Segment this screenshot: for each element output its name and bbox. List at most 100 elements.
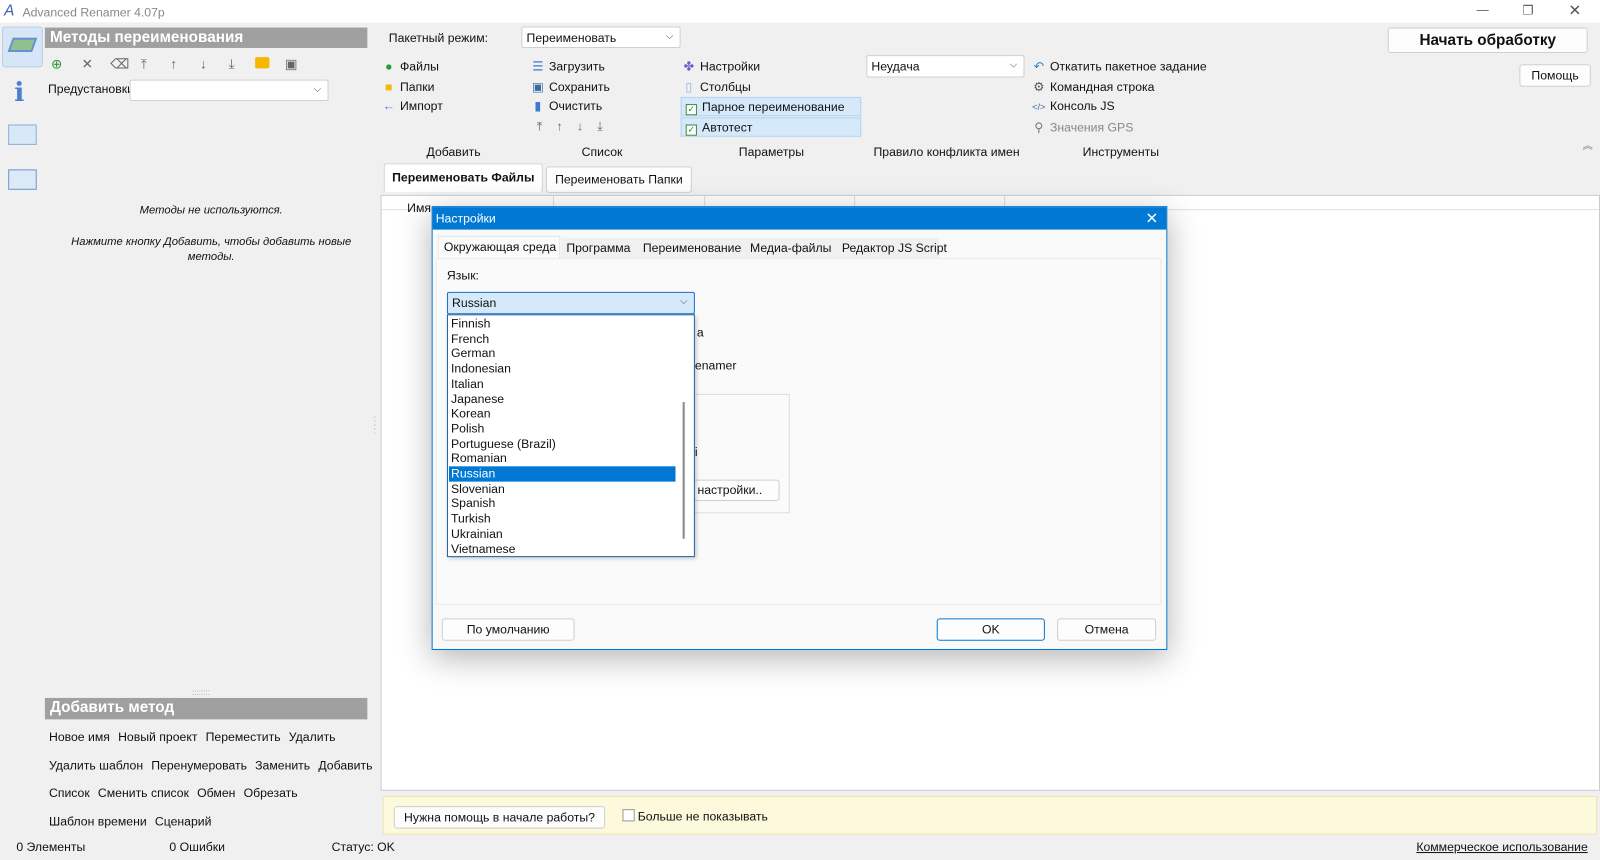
add-method-link[interactable]: Сменить список [98,786,189,800]
list-move-buttons[interactable]: ⤒↑↓⤓ [531,117,617,137]
add-method-link[interactable]: Обрезать [244,786,298,800]
settings-dialog: Настройки ✕ Окружающая среда Программа Пер… [431,206,1168,650]
collapse-ribbon-icon[interactable]: ︽ [1583,137,1593,152]
label: Импорт [399,99,443,114]
dialog-tab[interactable]: Переименование [637,237,745,259]
dialog-tab[interactable]: Редактор JS Script [836,237,947,259]
add-folders-button[interactable]: ■ Папки [382,77,443,97]
close-window-button[interactable]: ✕ [1568,1,1581,19]
splitter-handle-h[interactable]: :::::::: [192,688,210,697]
cancel-button[interactable]: Отмена [1057,618,1157,641]
js-console-button[interactable]: </> Консоль JS [1032,97,1207,118]
language-option[interactable]: Finnish [449,316,676,331]
add-method-link[interactable]: Шаблон времени [49,814,147,828]
add-method-link[interactable]: Список [49,786,90,800]
clear-icon[interactable]: ⌫ [110,56,129,72]
add-method-link[interactable]: Добавить [318,758,372,772]
info-icon[interactable]: i [14,78,24,109]
add-method-link[interactable]: Удалить шаблон [49,758,143,772]
clear-document-icon: ▮ [534,99,542,114]
open-folder-icon[interactable] [255,57,270,69]
getting-started-help-button[interactable]: Нужна помощь в начале работы? [393,806,606,829]
language-option[interactable]: Japanese [449,391,676,406]
label: Значения GPS [1049,120,1134,135]
save-list-button[interactable]: ▣ Сохранить [531,77,617,97]
ok-button[interactable]: OK [936,618,1045,641]
language-option[interactable]: Romanian [449,451,676,466]
autotest-toggle[interactable]: ✓ Автотест [680,117,862,138]
conflict-rule-combo[interactable]: Неудача ⌵ [866,55,1025,78]
restore-button[interactable]: ❐ [1522,3,1533,17]
batch-mode-combo[interactable]: Переименовать ⌵ [521,26,681,48]
move-down-icon[interactable]: ↓ [200,56,207,71]
label: Очистить [548,99,603,114]
language-option[interactable]: Russian [448,466,676,482]
add-group: ● Файлы ■ Папки ← Импорт [382,57,443,117]
add-method-link[interactable]: Удалить [289,730,336,744]
language-option[interactable]: Slovenian [449,481,676,496]
move-up-icon[interactable]: ↑ [170,56,177,71]
splitter-handle[interactable]: :::: [373,414,376,435]
language-option[interactable]: Indonesian [449,361,676,376]
add-method-link[interactable]: Обмен [197,786,235,800]
methods-layers-icon[interactable] [2,26,43,68]
language-option[interactable]: Ukrainian [449,526,676,541]
add-method-link[interactable]: Новый проект [118,730,197,744]
dialog-tab[interactable]: Окружающая среда [437,235,561,259]
remove-icon[interactable]: ✕ [82,56,93,72]
language-option[interactable]: Korean [449,406,676,421]
language-option[interactable]: Vietnamese [449,541,676,556]
language-option[interactable]: Polish [449,421,676,436]
language-option[interactable]: Italian [449,376,676,391]
add-files-button[interactable]: ● Файлы [382,57,443,77]
language-option[interactable]: French [449,331,676,346]
obscured-text: enamer [694,358,737,373]
add-method-link[interactable]: Перенумеровать [151,758,247,772]
dialog-close-button[interactable]: ✕ [1145,209,1158,227]
tab-rename-files[interactable]: Переименовать Файлы [383,163,543,192]
language-option[interactable]: German [449,346,676,361]
dont-show-checkbox[interactable] [622,809,635,822]
dialog-title-bar: Настройки ✕ [432,207,1167,230]
import-button[interactable]: ← Импорт [382,97,443,117]
columns-button[interactable]: ▯ Столбцы [681,77,862,97]
presets-combo[interactable]: ⌵ [129,79,329,102]
command-line-button[interactable]: ⚙ Командная строка [1032,77,1207,97]
label: Загрузить [548,59,605,74]
load-button[interactable]: ☰ Загрузить [531,57,617,77]
add-method-link[interactable]: Переместить [206,730,281,744]
folder-icon[interactable] [8,169,37,190]
settings-button[interactable]: ✤ Настройки [681,57,862,77]
undo-batch-button[interactable]: ↶ Откатить пакетное задание [1032,57,1207,77]
move-top-icon[interactable]: ⤒ [141,56,147,72]
move-bottom-icon[interactable]: ⤓ [229,56,235,72]
language-option[interactable]: Portuguese (Brazil) [449,436,676,451]
default-button[interactable]: По умолчанию [441,618,575,641]
scrollbar-thumb[interactable] [682,402,685,539]
dialog-tab[interactable]: Программа [561,237,638,259]
pair-rename-toggle[interactable]: ✓ Парное переименование [680,97,862,117]
list-group: ☰ Загрузить ▣ Сохранить ▮ Очистить ⤒↑↓⤓ [531,57,617,137]
add-method-link[interactable]: Заменить [255,758,310,772]
language-combo[interactable]: Russian ⌵ [446,291,695,315]
batch-mode-value: Переименовать [526,30,617,45]
minimize-button[interactable]: — [1477,2,1489,16]
add-group-label: Добавить [426,144,481,160]
help-button[interactable]: Помощь [1519,64,1591,87]
dialog-tab[interactable]: Медиа-файлы [744,237,837,259]
add-method-link[interactable]: Сценарий [155,814,212,828]
language-option[interactable]: Turkish [449,511,676,526]
save-icon[interactable]: ▣ [285,56,298,72]
add-method-link[interactable]: Новое имя [49,730,110,744]
language-dropdown-list[interactable]: Finnish French German Indonesian Italian Japa… [446,314,695,558]
start-processing-button[interactable]: Начать обработку [1387,27,1588,54]
add-icon[interactable]: ⊕ [51,56,62,72]
license-link[interactable]: Коммерческое использование [1416,840,1588,854]
language-option[interactable]: Spanish [449,496,676,511]
conflict-rule-value: Неудача [871,59,920,74]
clear-list-button[interactable]: ▮ Очистить [531,97,617,117]
column-header-name[interactable]: Имя [407,201,431,215]
gps-values-button[interactable]: ⚲ Значения GPS [1032,118,1207,138]
image-icon[interactable] [8,124,37,145]
tab-rename-folders[interactable]: Переименовать Папки [545,166,692,193]
